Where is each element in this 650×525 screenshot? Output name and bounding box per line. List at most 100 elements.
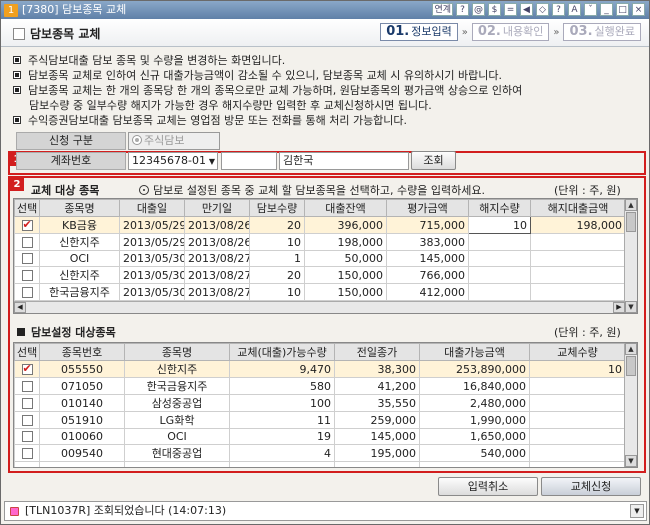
cell-avail: 100 bbox=[229, 394, 335, 412]
cell-cancel-qty[interactable] bbox=[468, 233, 531, 251]
table-row[interactable]: 071050 한국금융지주 580 41,200 16,840,000 bbox=[14, 377, 626, 395]
title-icon[interactable]: ? bbox=[552, 3, 565, 16]
cell-cancel-amt bbox=[530, 250, 626, 267]
cell-cancel-qty[interactable] bbox=[468, 283, 531, 301]
horizontal-scrollbar[interactable]: ◀ ▶ bbox=[14, 301, 625, 313]
cell-loan-date: 2013/05/30 bbox=[119, 266, 185, 284]
step-3: 03. 실행완료 bbox=[563, 23, 641, 41]
cell-qty[interactable] bbox=[529, 411, 626, 429]
cell-close: 41,200 bbox=[334, 377, 420, 395]
info-icon bbox=[139, 185, 149, 195]
cell-qty: 1 bbox=[249, 250, 305, 267]
scroll-down-icon: ▼ bbox=[625, 455, 637, 467]
table-row[interactable]: 009540 현대중공업 4 195,000 540,000 bbox=[14, 444, 626, 462]
row-checkbox[interactable] bbox=[21, 236, 33, 248]
row-checkbox[interactable] bbox=[21, 218, 33, 231]
cell-qty[interactable]: 10 bbox=[529, 360, 626, 378]
replace-target-unit: (단위 : 주, 원) bbox=[554, 184, 621, 197]
row-checkbox[interactable] bbox=[21, 362, 33, 375]
cell-balance: 396,000 bbox=[304, 216, 387, 234]
title-icon[interactable]: □ bbox=[616, 3, 629, 16]
cell-avail: 580 bbox=[229, 377, 335, 395]
title-icon[interactable]: A bbox=[568, 3, 581, 16]
chevron-down-icon[interactable]: ▼ bbox=[209, 154, 215, 170]
cell-code: 009540 bbox=[39, 444, 125, 462]
column-header: 평가금액 bbox=[386, 199, 469, 217]
cell-qty[interactable] bbox=[529, 394, 626, 412]
vertical-scrollbar[interactable]: ▲ ▼ bbox=[624, 343, 637, 467]
table-row[interactable]: OCI 2013/05/30 2013/08/27 1 50,000 145,000 bbox=[14, 250, 626, 267]
cell-balance: 150,000 bbox=[304, 266, 387, 284]
notice-item: 수익증권담보대출 담보종목 교체는 영업점 방문 또는 전화를 통해 처리 가능… bbox=[13, 113, 643, 128]
row-checkbox[interactable] bbox=[21, 253, 33, 264]
cell-loan-date: 2013/05/29 bbox=[119, 233, 185, 251]
title-icon[interactable]: ◀ bbox=[520, 3, 533, 16]
cell-loan-avail: 540,000 bbox=[419, 444, 530, 462]
table-row[interactable]: 한국금융지주 2013/05/30 2013/08/27 10 150,000 412,0… bbox=[14, 283, 626, 301]
title-bar-icons: 연계? @ $ = ◀ ◇? A ˇ _ □ × bbox=[432, 3, 645, 16]
cell-cancel-qty[interactable]: 10 bbox=[468, 216, 531, 234]
scroll-right-icon: ▶ bbox=[613, 302, 625, 313]
cell-cancel-qty[interactable] bbox=[468, 250, 531, 267]
table-row[interactable]: KB금융2013/05/292013/08/2620396,000715,000… bbox=[14, 216, 626, 234]
table-row[interactable]: 055550신한지주9,47038,300253,890,00010 bbox=[14, 360, 626, 378]
account-select[interactable]: 12345678-01 ▼ bbox=[128, 152, 218, 170]
title-icon[interactable]: 연계 bbox=[432, 3, 453, 16]
column-header: 선택 bbox=[14, 343, 40, 361]
cell-qty: 10 bbox=[249, 283, 305, 301]
collateral-target-title: 담보설정 대상종목 bbox=[17, 324, 116, 340]
row-checkbox[interactable] bbox=[21, 380, 33, 392]
notice-item: 담보종목 교체는 한 개의 종목당 한 개의 종목으로만 교체 가능하며, 원담… bbox=[13, 83, 643, 98]
table-row[interactable]: 신한지주 2013/05/29 2013/08/26 10 198,000 383,000 bbox=[14, 233, 626, 251]
account-suffix-input[interactable] bbox=[221, 152, 277, 170]
table-row[interactable]: 010140 삼성중공업 100 35,550 2,480,000 bbox=[14, 394, 626, 412]
title-icon[interactable]: @ bbox=[472, 3, 485, 16]
cell-eval: 145,000 bbox=[386, 250, 469, 267]
row-checkbox[interactable] bbox=[21, 286, 33, 298]
cell-name: OCI bbox=[124, 428, 230, 445]
title-icon[interactable]: ? bbox=[456, 3, 469, 16]
radio-icon[interactable] bbox=[132, 135, 142, 145]
row-checkbox[interactable] bbox=[21, 431, 33, 442]
submit-replacement-button[interactable]: 교체신청 bbox=[541, 477, 641, 496]
cell-code: 010140 bbox=[39, 394, 125, 412]
request-type-field[interactable]: 주식담보 bbox=[128, 132, 220, 150]
title-icon[interactable]: $ bbox=[488, 3, 501, 16]
cell-qty[interactable] bbox=[529, 444, 626, 462]
row-checkbox[interactable] bbox=[21, 447, 33, 459]
lookup-button[interactable]: 조회 bbox=[411, 151, 456, 170]
cell-close: 259,000 bbox=[334, 411, 420, 429]
cell-code: 010060 bbox=[39, 428, 125, 445]
column-header: 종목명 bbox=[39, 199, 120, 217]
cell-code: 051910 bbox=[39, 411, 125, 429]
bullet-icon bbox=[13, 56, 21, 64]
table-row[interactable]: 051910 LG화학 11 259,000 1,990,000 bbox=[14, 411, 626, 429]
step-2: 02. 내용확인 bbox=[471, 23, 550, 41]
vertical-scrollbar[interactable]: ▲ ▼ bbox=[624, 199, 637, 313]
step-arrow-icon: » bbox=[553, 26, 560, 38]
row-checkbox[interactable] bbox=[21, 414, 33, 426]
cell-name: KB금융 bbox=[39, 216, 120, 234]
cell-qty[interactable] bbox=[529, 428, 626, 445]
cell-qty[interactable] bbox=[529, 377, 626, 395]
cell-cancel-qty[interactable] bbox=[468, 266, 531, 284]
column-header: 교체수량 bbox=[529, 343, 626, 361]
title-icon[interactable]: × bbox=[632, 3, 645, 16]
title-icon[interactable]: _ bbox=[600, 3, 613, 16]
table-row[interactable]: 010060 OCI 19 145,000 1,650,000 bbox=[14, 428, 626, 445]
column-header: 해지수량 bbox=[468, 199, 531, 217]
table-row[interactable]: 신한지주 2013/05/30 2013/08/27 20 150,000 766,000 bbox=[14, 266, 626, 284]
status-message: [TLN1037R] 조회되었습니다 (14:07:13) bbox=[25, 504, 227, 517]
title-icon[interactable]: ˇ bbox=[584, 3, 597, 16]
row-checkbox[interactable] bbox=[21, 269, 33, 281]
title-icon[interactable]: ◇ bbox=[536, 3, 549, 16]
column-header: 대출잔액 bbox=[304, 199, 387, 217]
row-checkbox[interactable] bbox=[21, 397, 33, 409]
column-header: 전일종가 bbox=[334, 343, 420, 361]
title-icon[interactable]: = bbox=[504, 3, 517, 16]
cell-avail: 19 bbox=[229, 428, 335, 445]
chevron-down-icon[interactable]: ▼ bbox=[630, 504, 644, 518]
cancel-input-button[interactable]: 입력취소 bbox=[438, 477, 538, 496]
cell-loan-avail: 16,840,000 bbox=[419, 377, 530, 395]
cell-name: OCI bbox=[39, 250, 120, 267]
